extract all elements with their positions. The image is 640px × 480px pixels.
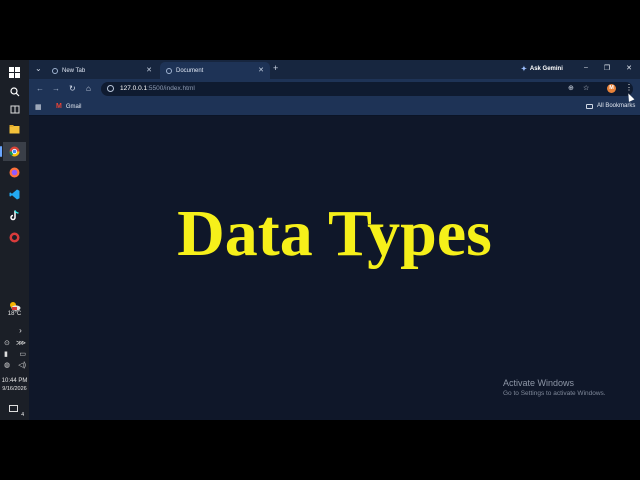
activate-windows-title: Activate Windows (503, 378, 575, 388)
clock-date[interactable]: 9/16/2026 (0, 386, 29, 392)
tab-strip: ⌄ New Tab ✕ Document ✕ + ✦ Ask Gemini – … (29, 60, 640, 79)
globe-icon (166, 67, 172, 74)
back-icon[interactable]: ← (36, 84, 44, 93)
tiktok-icon[interactable] (3, 206, 26, 225)
browser-toolbar: ← → ↻ ⌂ 127.0.0.1:5500/index.html ⊕ ☆ M … (29, 79, 640, 99)
bookmarks-bar: ▦ M Gmail All Bookmarks (29, 99, 640, 116)
forward-icon[interactable]: → (52, 84, 60, 93)
gmail-icon: M (56, 103, 62, 110)
active-app-indicator (0, 146, 2, 157)
chevron-right-icon[interactable]: › (0, 326, 29, 335)
page-heading: Data Types (177, 197, 492, 270)
clock-time[interactable]: 10:44 PM (0, 378, 29, 384)
tab-search-chevron-icon[interactable]: ⌄ (35, 64, 42, 73)
firefox-icon[interactable] (3, 163, 26, 182)
meet-now-icon[interactable]: ⊙ (4, 339, 10, 347)
tab-label: Document (176, 67, 204, 74)
desktop-screen: 18°C › ⊙ ⋙ ▮ ▭ ◍ ◁) 10:44 PM 9/16/2026 4 ⌄ … (0, 60, 640, 420)
file-explorer-icon[interactable] (3, 120, 26, 139)
browser-window: ⌄ New Tab ✕ Document ✕ + ✦ Ask Gemini – … (29, 60, 640, 420)
search-icon[interactable] (3, 82, 26, 101)
profile-avatar[interactable]: M (607, 84, 616, 93)
tray-row-3: ◍ ◁) (4, 361, 26, 369)
bookmark-label: Gmail (65, 103, 82, 110)
address-bar[interactable]: 127.0.0.1:5500/index.html ⊕ ☆ (101, 82, 633, 96)
task-view-icon[interactable] (3, 100, 26, 119)
globe-icon[interactable]: ◍ (4, 361, 10, 369)
tab-label: New Tab (62, 67, 86, 74)
home-icon[interactable]: ⌂ (86, 84, 91, 93)
microphone-icon[interactable]: ▮ (4, 350, 8, 358)
ask-gemini-button[interactable]: ✦ Ask Gemini (521, 65, 563, 73)
bookmark-gmail[interactable]: M Gmail (56, 103, 82, 110)
battery-icon[interactable]: ▭ (19, 350, 26, 358)
close-icon[interactable]: ✕ (146, 66, 152, 74)
activate-windows-subtitle: Go to Settings to activate Windows. (503, 390, 606, 397)
notification-count: 4 (21, 412, 24, 418)
windows-start-icon[interactable] (3, 63, 26, 82)
taskbar: 18°C › ⊙ ⋙ ▮ ▭ ◍ ◁) 10:44 PM 9/16/2026 4 (0, 60, 29, 420)
restore-icon[interactable]: ❐ (600, 64, 614, 72)
zoom-icon[interactable]: ⊕ (568, 84, 574, 92)
page-viewport: Data Types Activate Windows Go to Settin… (29, 116, 640, 420)
volume-icon[interactable]: ◁) (18, 361, 26, 369)
close-window-icon[interactable]: ✕ (622, 64, 636, 72)
gemini-sparkle-icon: ✦ (521, 66, 527, 73)
minimize-icon[interactable]: – (579, 64, 593, 71)
notification-button[interactable]: 4 (3, 400, 26, 419)
activate-windows-watermark: Activate Windows Go to Settings to activ… (503, 378, 606, 397)
close-icon[interactable]: ✕ (258, 66, 264, 74)
app-icon[interactable] (3, 228, 26, 247)
tray-row-1: ⊙ ⋙ (4, 339, 26, 347)
url-text[interactable]: 127.0.0.1:5500/index.html (120, 85, 195, 92)
chrome-icon (52, 67, 58, 74)
weather-temperature: 18°C (7, 311, 22, 317)
menu-kebab-icon[interactable]: ⋮ (625, 83, 633, 92)
network-icon[interactable]: ⋙ (16, 339, 26, 347)
bookmark-star-icon[interactable]: ☆ (583, 84, 589, 92)
reload-icon[interactable]: ↻ (69, 84, 76, 93)
vscode-icon[interactable] (3, 185, 26, 204)
all-bookmarks-button[interactable]: All Bookmarks (586, 103, 635, 109)
new-tab-plus-icon[interactable]: + (273, 63, 278, 73)
apps-grid-icon[interactable]: ▦ (35, 103, 42, 111)
all-bookmarks-label: All Bookmarks (597, 103, 636, 109)
tray-row-2: ▮ ▭ (4, 350, 26, 358)
site-info-icon[interactable] (107, 85, 114, 92)
folder-icon (586, 103, 593, 109)
tab-document[interactable]: Document ✕ (160, 62, 270, 79)
ask-gemini-label: Ask Gemini (529, 66, 563, 72)
chrome-icon[interactable] (3, 142, 26, 161)
tab-new-tab[interactable]: New Tab ✕ (46, 62, 158, 79)
